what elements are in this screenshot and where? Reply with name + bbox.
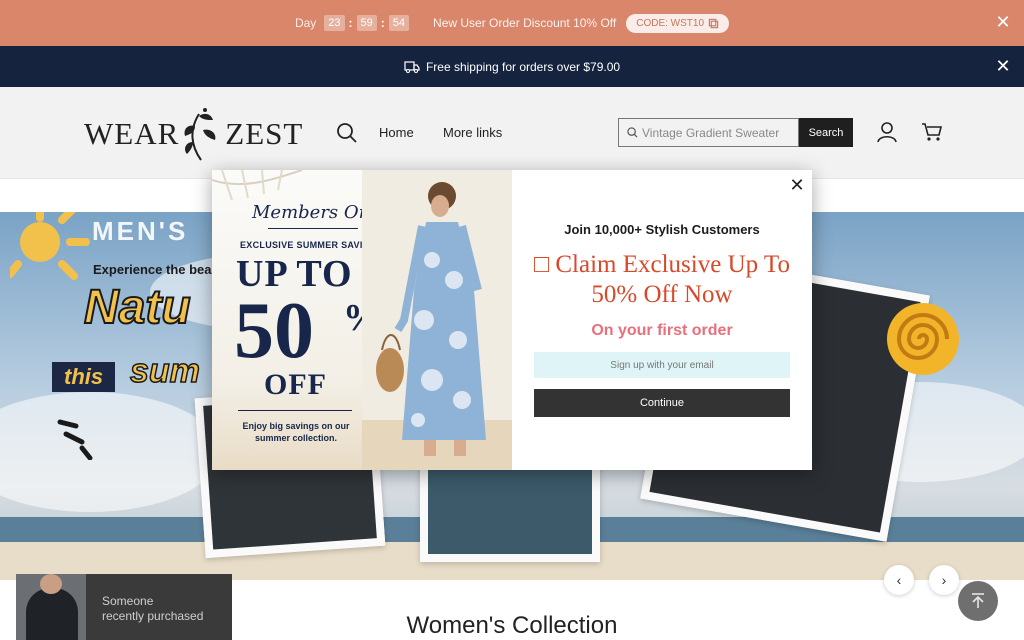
modal-promo-image: Members Only EXCLUSIVE SUMMER SAVINGS UP… xyxy=(212,170,512,470)
first-order-text: On your first order xyxy=(591,322,733,339)
claim-offer-text: □ Claim Exclusive Up To 50% Off Now xyxy=(534,251,790,308)
continue-button[interactable]: Continue xyxy=(534,389,790,417)
enjoy-text: Enjoy big savings on our summer collecti… xyxy=(242,421,350,443)
join-headline: Join 10,000+ Stylish Customers xyxy=(564,222,760,237)
modal-close-icon[interactable]: ✕ xyxy=(788,176,806,194)
signup-modal: Members Only EXCLUSIVE SUMMER SAVINGS UP… xyxy=(212,170,812,470)
model-in-dress-image xyxy=(362,170,512,470)
fifty-text: 50 xyxy=(234,287,314,375)
off-text: OFF xyxy=(264,368,327,401)
email-field[interactable] xyxy=(534,352,790,378)
modal-signup-panel: ✕ Join 10,000+ Stylish Customers □ Claim… xyxy=(512,170,812,470)
